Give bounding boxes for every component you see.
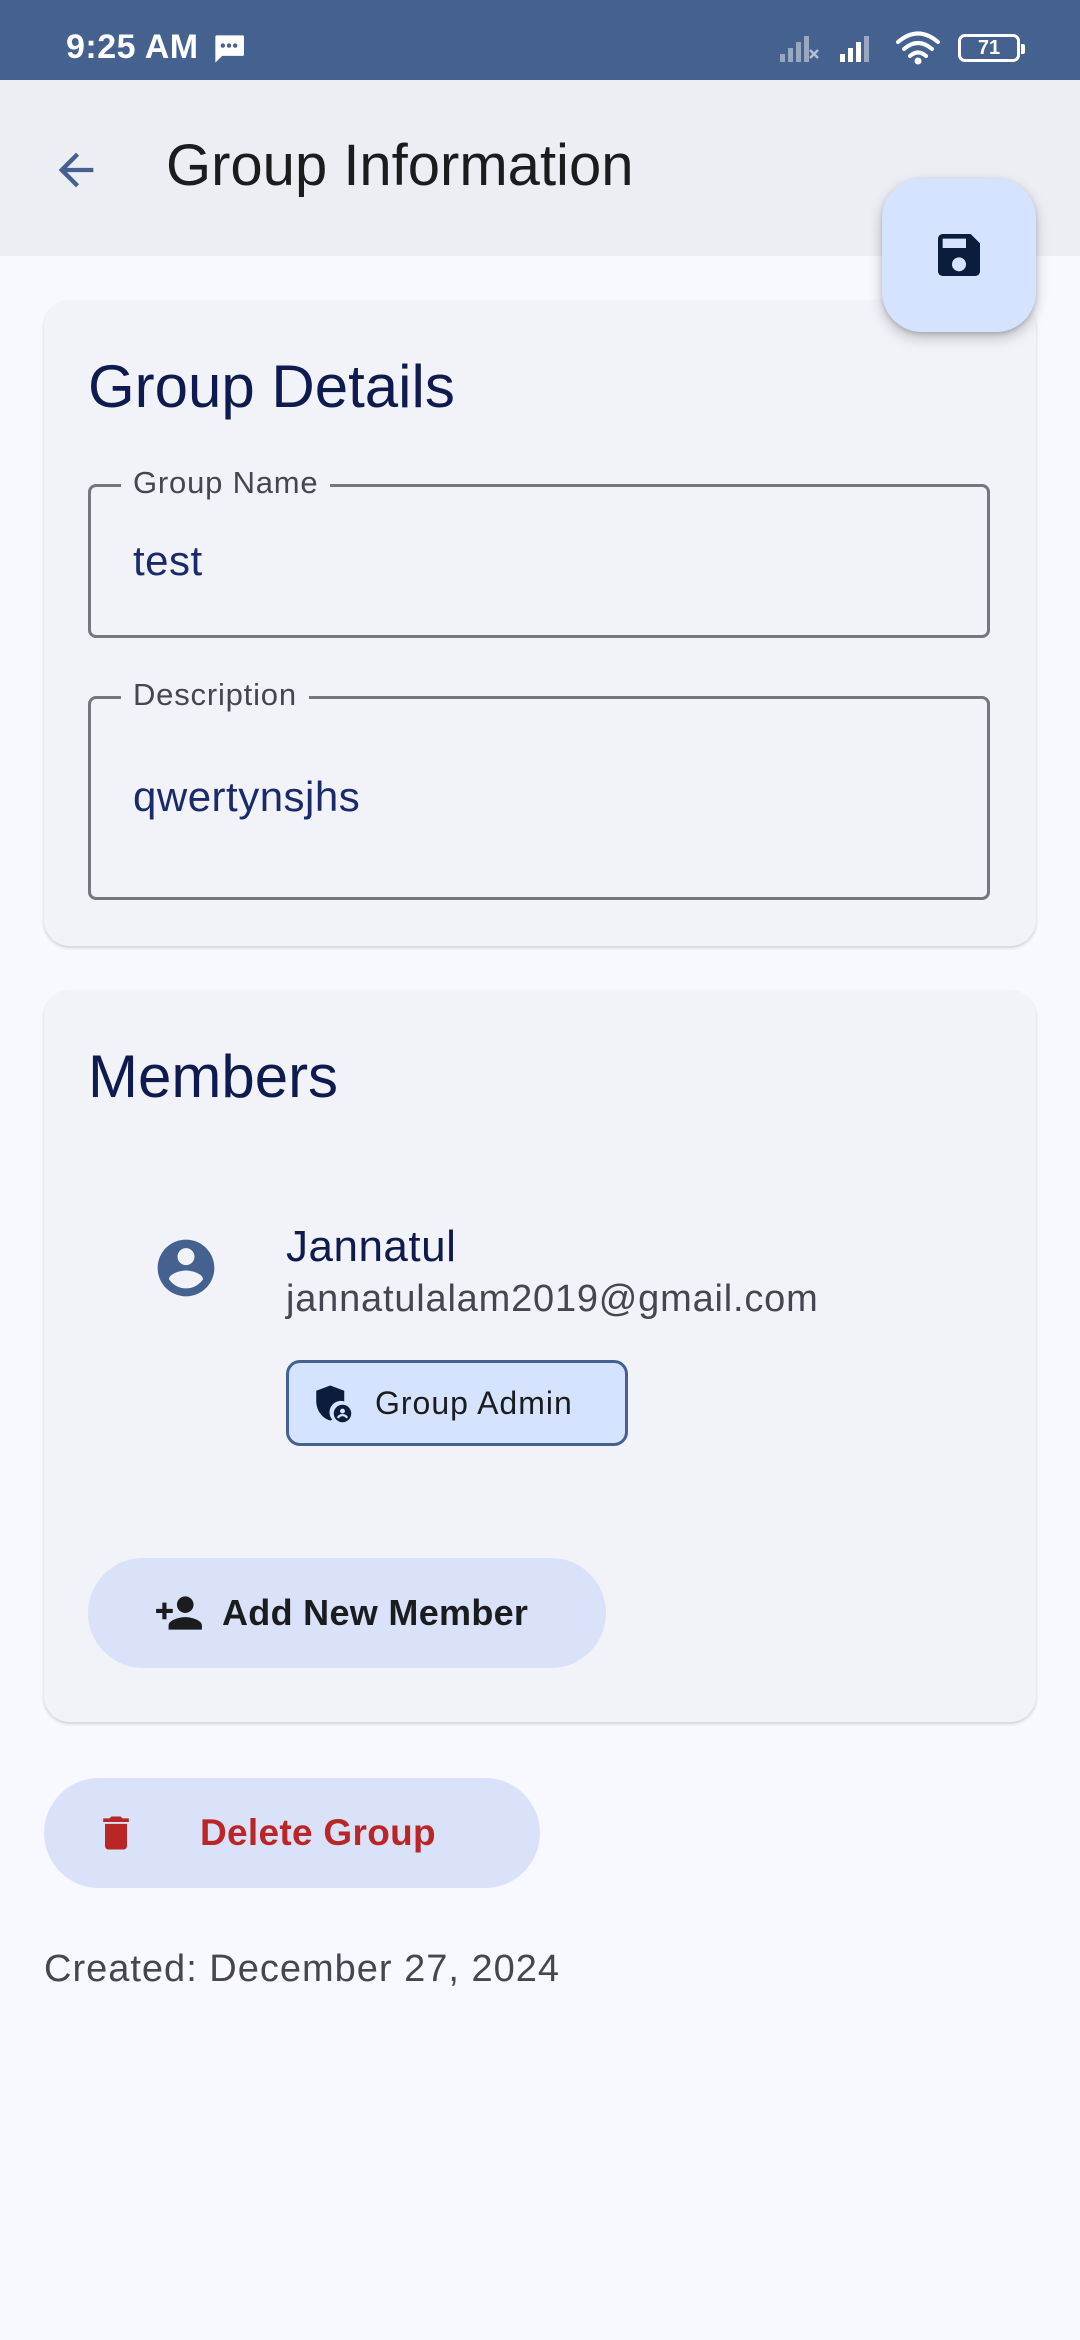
- person-add-icon: [156, 1596, 202, 1630]
- group-name-field[interactable]: Group Name test: [88, 465, 990, 638]
- arrow-back-icon: [58, 152, 94, 188]
- message-icon: [215, 35, 244, 63]
- group-name-value: test: [133, 537, 203, 584]
- save-icon: [938, 234, 980, 276]
- back-button[interactable]: [36, 130, 116, 210]
- member-email: jannatulalam2019@gmail.com: [286, 1278, 819, 1320]
- status-bar: 9:25 AM 71: [0, 0, 1080, 80]
- group-name-label: Group Name: [121, 465, 331, 501]
- created-date: Created: December 27, 2024: [44, 1948, 561, 1990]
- delete-group-label: Delete Group: [200, 1812, 436, 1853]
- admin-shield-icon: [316, 1385, 352, 1423]
- signal-icon: [780, 36, 819, 62]
- battery-icon: 71: [958, 34, 1025, 62]
- page-title: Group Information: [166, 133, 634, 198]
- account-circle-icon: [157, 1239, 215, 1297]
- group-admin-chip[interactable]: Group Admin: [286, 1360, 628, 1446]
- add-new-member-label: Add New Member: [222, 1592, 529, 1633]
- battery-level: 71: [977, 36, 1001, 59]
- add-new-member-button[interactable]: Add New Member: [88, 1558, 606, 1668]
- group-details-title: Group Details: [88, 353, 455, 420]
- description-label: Description: [121, 677, 309, 713]
- description-value: qwertynsjhs: [133, 773, 361, 820]
- status-time: 9:25 AM: [66, 28, 199, 66]
- wifi-icon: [896, 31, 940, 65]
- member-name: Jannatul: [286, 1222, 457, 1271]
- group-admin-label: Group Admin: [375, 1384, 573, 1421]
- members-title: Members: [88, 1043, 339, 1110]
- trash-icon: [103, 1816, 129, 1850]
- delete-group-button[interactable]: Delete Group: [44, 1778, 540, 1888]
- group-details-card: Group Details Group Name test Descriptio…: [44, 300, 1036, 946]
- signal-icon: [840, 36, 869, 62]
- description-field[interactable]: Description qwertynsjhs: [88, 677, 990, 900]
- save-button[interactable]: [882, 178, 1036, 332]
- members-card: Members Jannatul jannatulalam2019@gmail.…: [44, 990, 1036, 1722]
- status-icons: 71: [778, 30, 1025, 66]
